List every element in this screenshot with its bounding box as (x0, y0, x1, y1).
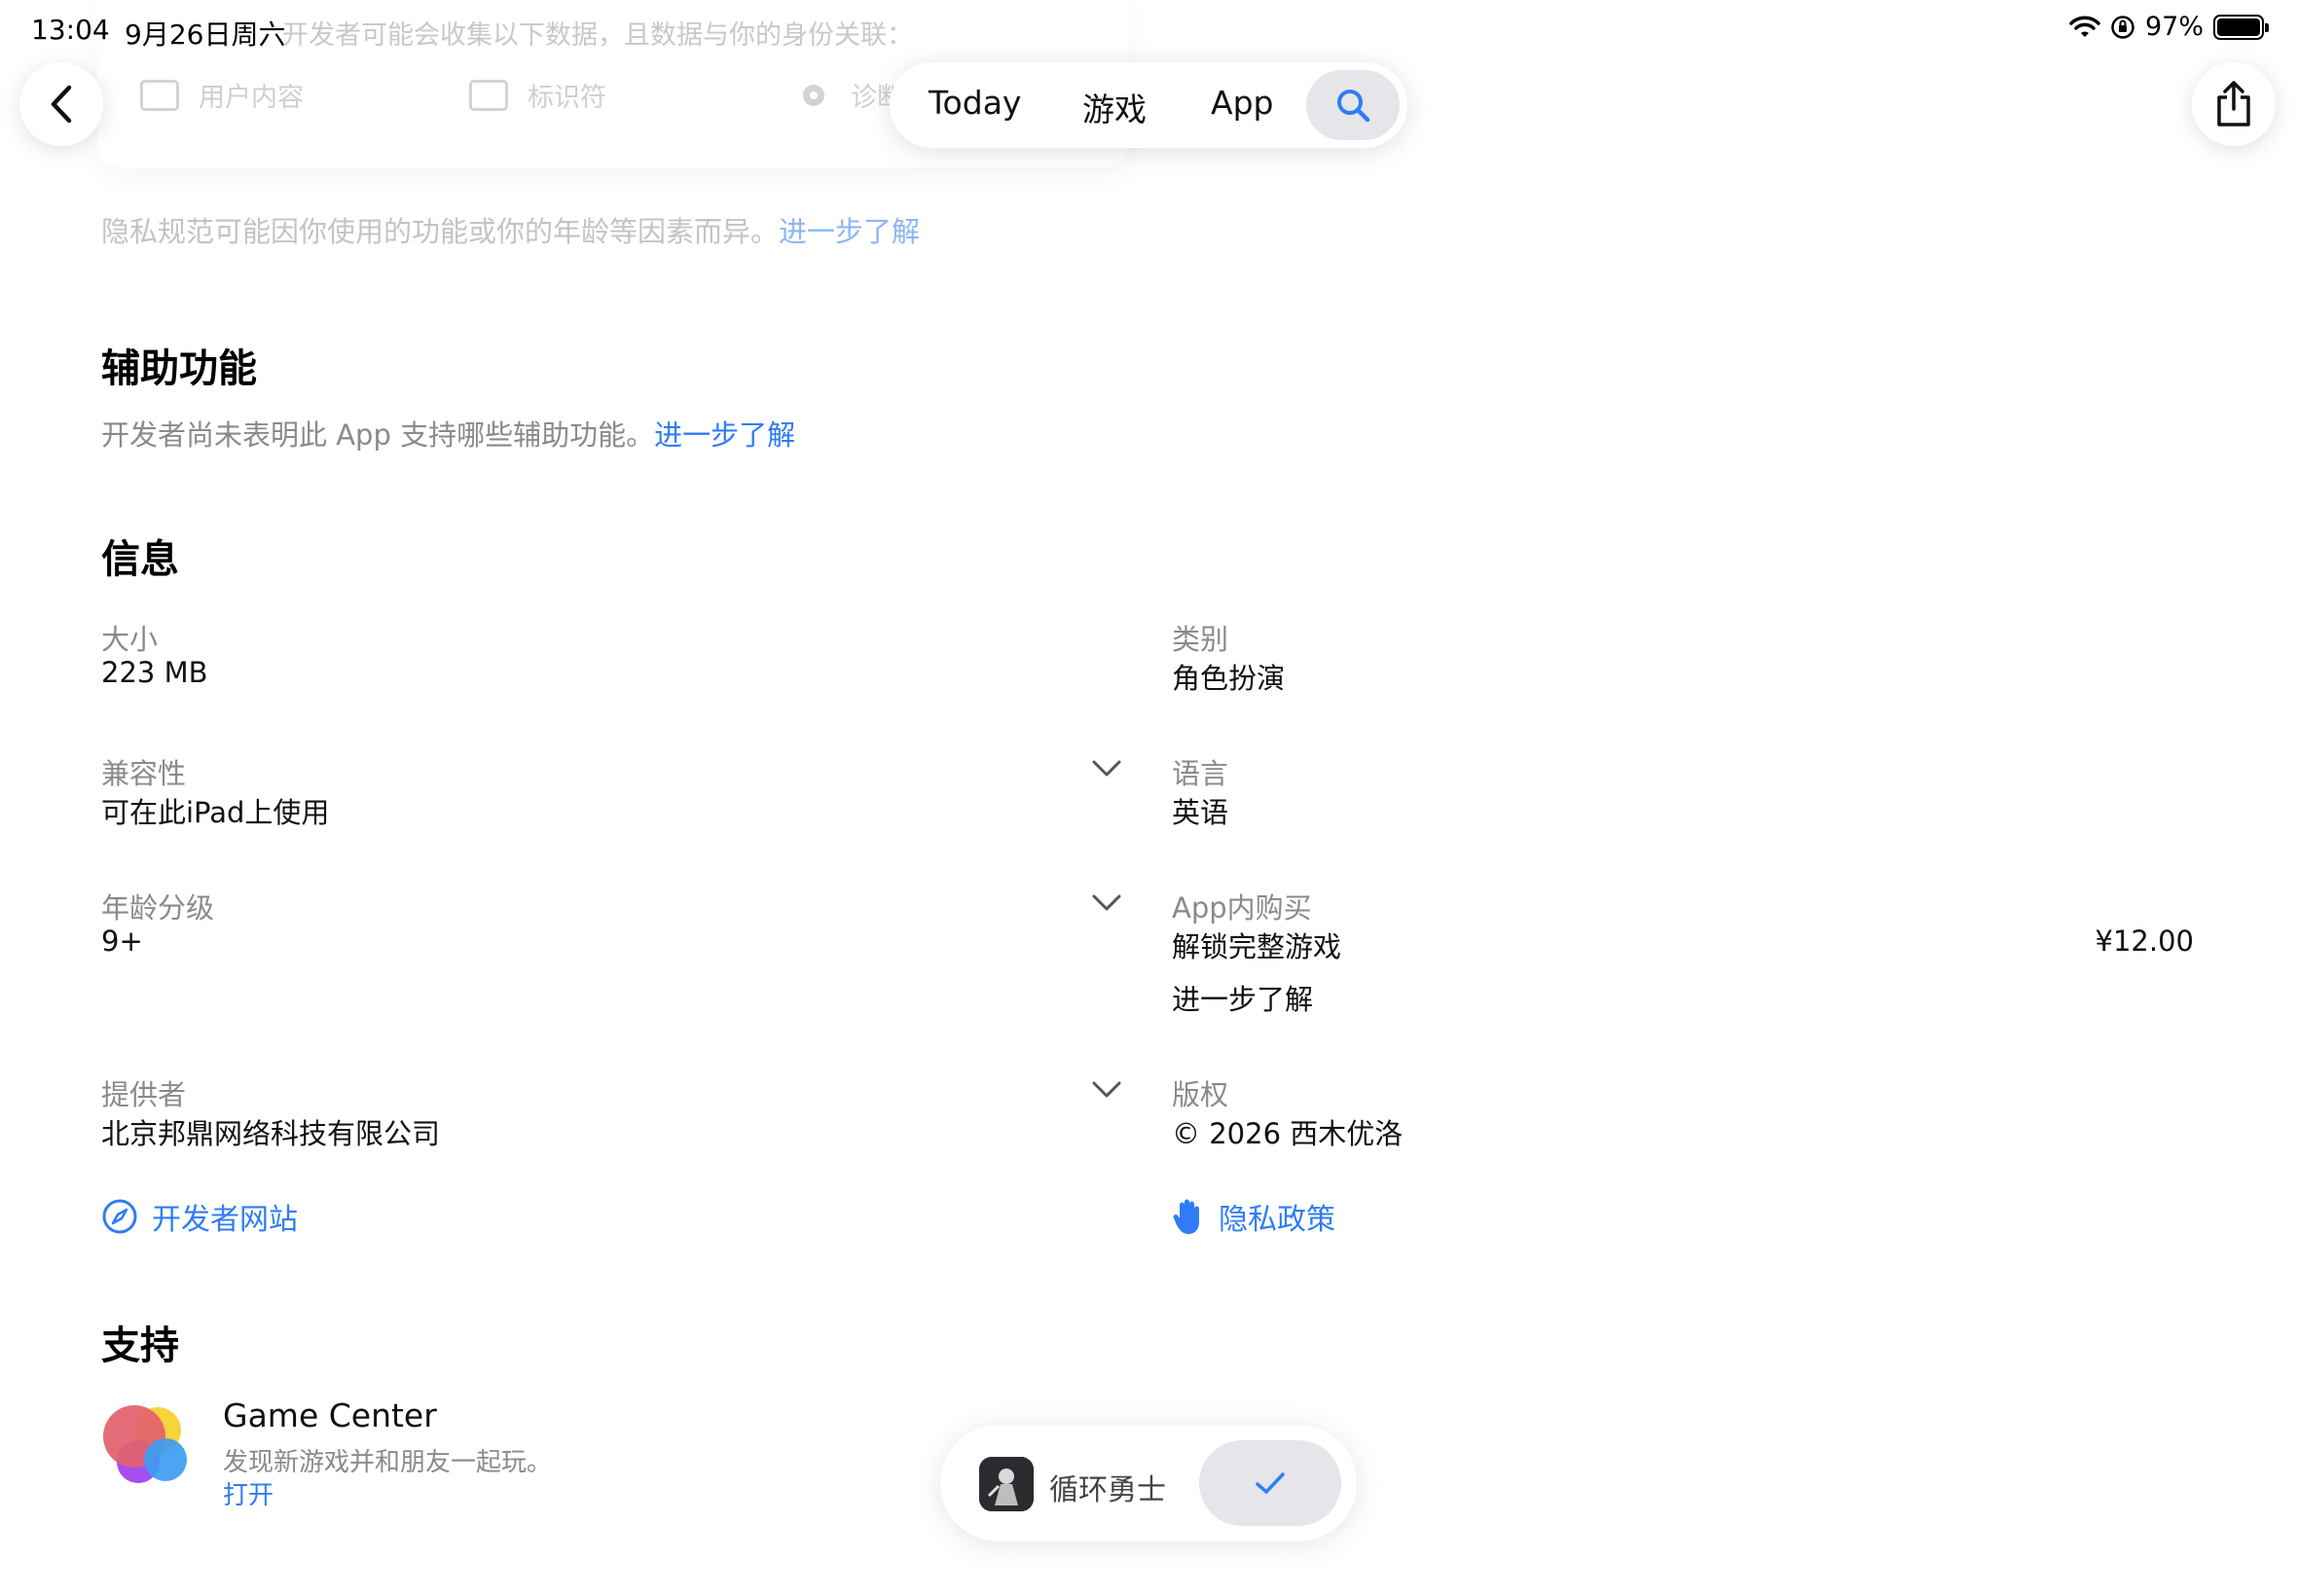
collected-text: 开发者可能会收集以下数据，且数据与你的身份关联： (282, 20, 913, 51)
installed-button[interactable] (1199, 1440, 1341, 1526)
iap-label: App内购买 (1172, 891, 1312, 925)
faded-item-label: 用户内容 (199, 83, 304, 113)
share-icon (2217, 81, 2250, 127)
language-value: 英语 (1172, 796, 1229, 829)
compat-value: 可在此iPad上使用 (101, 796, 330, 829)
accessibility-learn-more-link[interactable]: 进一步了解 (654, 418, 795, 452)
size-value: 223 MB (101, 656, 208, 689)
faded-item-label: 标识符 (528, 83, 606, 113)
accessibility-text: 开发者尚未表明此 App 支持哪些辅助功能。 (101, 418, 655, 452)
age-value: 9+ (101, 925, 143, 958)
tab-search[interactable] (1306, 70, 1400, 140)
compass-icon (102, 1199, 137, 1234)
back-button[interactable] (19, 62, 103, 146)
photo-icon (140, 79, 179, 111)
tab-bar: Today 游戏 App (890, 62, 1407, 148)
battery-percent: 97% (2144, 12, 2204, 42)
wifi-icon (2069, 16, 2100, 37)
language-label: 语言 (1172, 757, 1229, 790)
search-icon (1337, 90, 1370, 123)
tab-games[interactable]: 游戏 (1082, 84, 1147, 130)
provider-label[interactable]: 提供者 (101, 1072, 186, 1113)
id-card-icon (469, 79, 508, 111)
category-value: 角色扮演 (1172, 662, 1286, 695)
battery-icon (2213, 14, 2269, 40)
privacy-learn-more-link[interactable]: 进一步了解 (779, 215, 920, 248)
age-label[interactable]: 年龄分级 (101, 886, 214, 926)
faded-item-user-content: 用户内容 (140, 76, 304, 114)
app-icon (979, 1457, 1034, 1511)
support-title: 支持 (101, 1324, 179, 1368)
provider-value: 北京邦鼎网络科技有限公司 (101, 1117, 441, 1150)
privacy-policy-link[interactable]: 隐私政策 (1172, 1195, 1335, 1238)
chevron-down-icon[interactable] (1092, 1080, 1121, 1100)
share-button[interactable] (2192, 62, 2276, 146)
checkmark-icon (1256, 1472, 1285, 1494)
chevron-down-icon[interactable] (1092, 759, 1121, 779)
status-indicators: 97% (2069, 12, 2269, 42)
developer-website-label: 开发者网站 (152, 1203, 298, 1237)
faded-item-diagnostics: 诊断 (796, 76, 903, 114)
tab-today[interactable]: Today (929, 84, 1021, 122)
app-install-pill[interactable]: 循环勇士 (940, 1425, 1357, 1542)
orientation-lock-icon (2111, 15, 2134, 39)
chevron-left-icon (51, 85, 72, 124)
tab-apps[interactable]: App (1211, 84, 1273, 122)
game-center-subtitle: 发现新游戏并和朋友一起玩。 (223, 1448, 553, 1477)
gear-icon (803, 84, 824, 106)
iap-price: ¥12.00 (2095, 925, 2194, 958)
game-center-title: Game Center (223, 1396, 437, 1434)
hand-raised-icon (1173, 1199, 1199, 1234)
info-title: 信息 (101, 537, 179, 582)
copyright-value: © 2026 西木优洛 (1172, 1117, 1404, 1150)
faded-item-identifiers: 标识符 (469, 76, 606, 114)
app-name: 循环勇士 (1049, 1473, 1166, 1507)
compat-label[interactable]: 兼容性 (101, 751, 186, 792)
accessibility-title: 辅助功能 (101, 346, 257, 391)
game-center-icon (103, 1405, 187, 1483)
accessibility-text-row: 开发者尚未表明此 App 支持哪些辅助功能。进一步了解 (101, 413, 795, 453)
size-label: 大小 (101, 623, 159, 656)
category-label: 类别 (1172, 623, 1229, 656)
developer-website-link[interactable]: 开发者网站 (101, 1195, 298, 1238)
chevron-down-icon[interactable] (1092, 893, 1121, 913)
game-center-open-link[interactable]: 打开 (223, 1475, 273, 1511)
iap-item: 解锁完整游戏 (1172, 930, 1342, 963)
privacy-note-text: 隐私规范可能因你使用的功能或你的年龄等因素而异。 (101, 215, 780, 248)
copyright-label: 版权 (1172, 1078, 1229, 1111)
privacy-note: 隐私规范可能因你使用的功能或你的年龄等因素而异。进一步了解 (101, 209, 920, 250)
privacy-policy-label: 隐私政策 (1219, 1203, 1335, 1237)
iap-learn-more-link[interactable]: 进一步了解 (1172, 977, 1313, 1018)
